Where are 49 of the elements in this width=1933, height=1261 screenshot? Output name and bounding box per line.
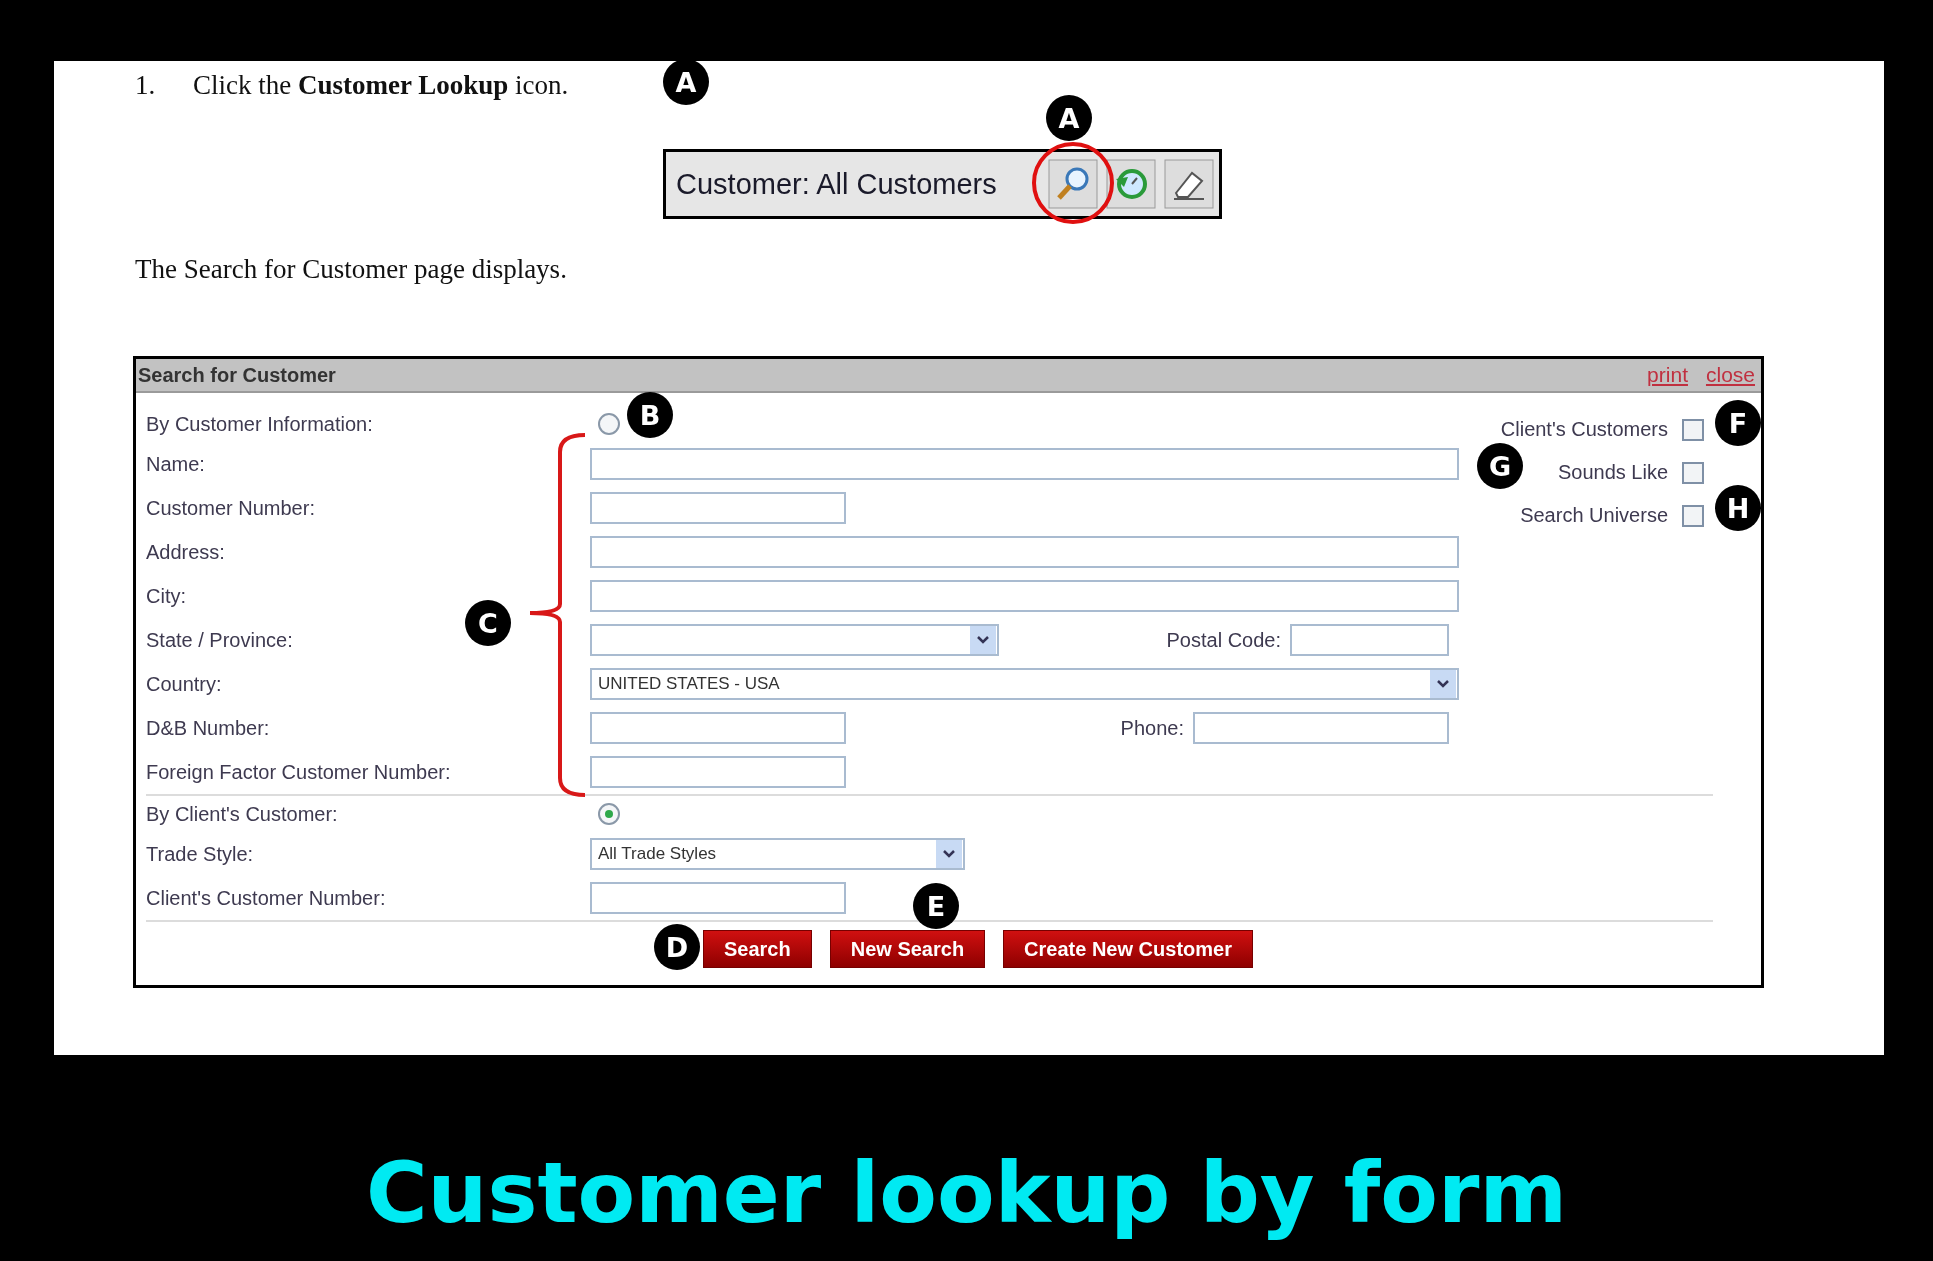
- field-label: Postal Code:: [1166, 628, 1281, 652]
- input-field[interactable]: [590, 448, 1459, 480]
- chevron-down-icon: [970, 626, 996, 654]
- form-title: Search for Customer: [138, 363, 336, 387]
- option-label: Sounds Like: [1557, 461, 1668, 484]
- input-field[interactable]: [590, 580, 1459, 612]
- radio-button[interactable]: [598, 413, 620, 435]
- step-text: Click the Customer Lookup icon.: [193, 69, 569, 101]
- section-label: By Customer Information:: [146, 412, 374, 436]
- option-label: Search Universe: [1520, 504, 1668, 527]
- radio-button[interactable]: [598, 803, 620, 825]
- field-label: Address:: [146, 540, 226, 564]
- customer-filter-label: Customer: All Customers: [676, 167, 998, 201]
- field-label: State / Province:: [146, 628, 294, 652]
- checkbox[interactable]: [1682, 504, 1704, 527]
- checkbox[interactable]: [1682, 418, 1704, 441]
- field-label: D&B Number:: [146, 716, 271, 740]
- chevron-down-icon: [1430, 670, 1456, 698]
- option-label: Client's Customers: [1500, 418, 1668, 441]
- form-button[interactable]: Search: [703, 930, 812, 968]
- note-text: The Search for Customer page displays.: [135, 253, 568, 285]
- field-label: City:: [146, 584, 187, 608]
- input-field[interactable]: [590, 492, 846, 524]
- input-field[interactable]: [1193, 712, 1449, 744]
- search-icon[interactable]: [1048, 159, 1098, 209]
- input-field[interactable]: [590, 712, 846, 744]
- input-field[interactable]: [590, 882, 846, 914]
- field-label: Customer Number:: [146, 496, 316, 520]
- refresh-icon[interactable]: [1106, 159, 1156, 209]
- dropdown-field[interactable]: [590, 624, 999, 656]
- field-label: Country:: [146, 672, 223, 696]
- form-button[interactable]: Create New Customer: [1003, 930, 1253, 968]
- input-field[interactable]: [590, 756, 846, 788]
- form-button[interactable]: New Search: [829, 930, 986, 968]
- dropdown-field[interactable]: UNITED STATES - USA: [590, 668, 1459, 700]
- eraser-icon[interactable]: [1164, 159, 1214, 209]
- field-label: Phone:: [1120, 716, 1184, 740]
- dropdown-field[interactable]: All Trade Styles: [590, 838, 965, 870]
- field-label: Trade Style:: [146, 842, 255, 866]
- field-label: Name:: [146, 452, 206, 476]
- input-field[interactable]: [1290, 624, 1449, 656]
- section-label: By Client's Customer:: [146, 802, 339, 826]
- input-field[interactable]: [590, 536, 1459, 568]
- caption-title: Customer lookup by form: [364, 1143, 1569, 1243]
- checkbox[interactable]: [1682, 461, 1704, 484]
- field-label: Foreign Factor Customer Number:: [146, 760, 452, 784]
- field-label: Client's Customer Number:: [146, 886, 387, 910]
- chevron-down-icon: [936, 840, 962, 868]
- step-number: 1.: [135, 69, 157, 101]
